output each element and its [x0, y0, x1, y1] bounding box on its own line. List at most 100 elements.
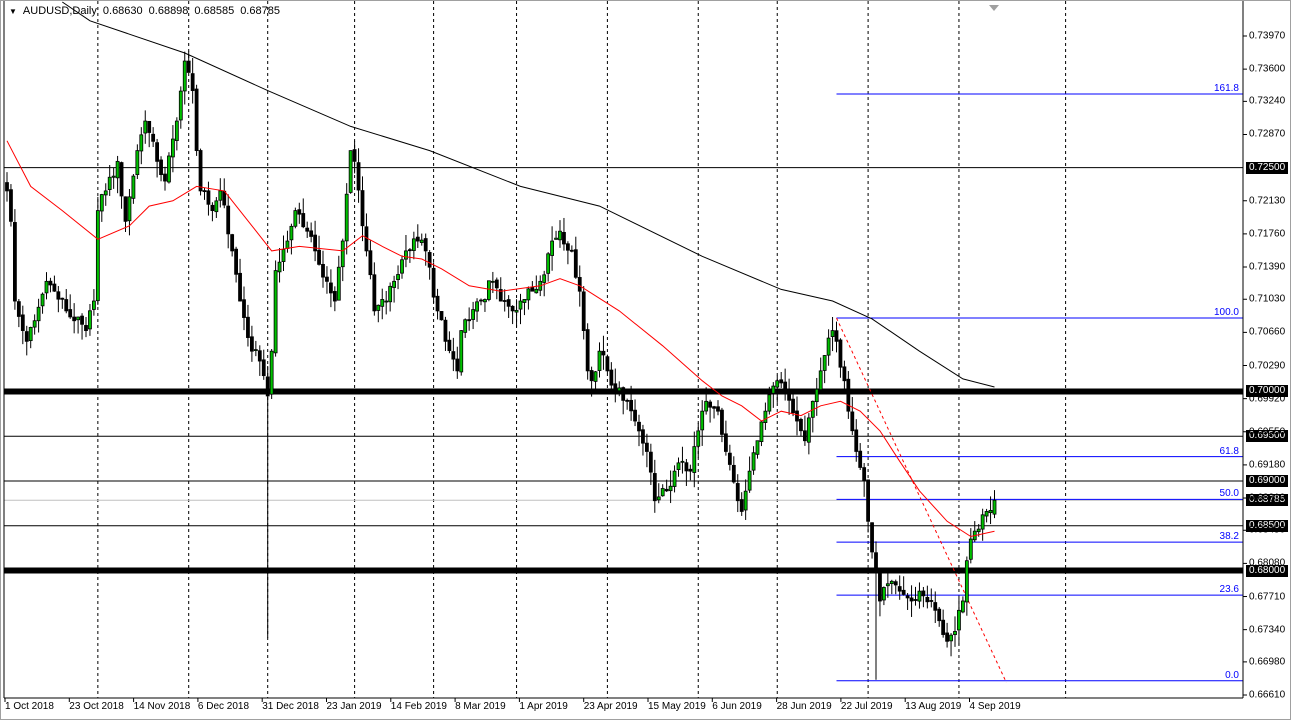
candle-bull [704, 400, 709, 412]
candle-bull [747, 470, 752, 491]
candle-bull [400, 259, 404, 274]
candle-bear [929, 600, 934, 602]
candle-bear [799, 418, 803, 432]
candle-bear [186, 60, 191, 73]
price-chart[interactable] [1, 1, 1291, 721]
candle-bear [866, 479, 870, 522]
candle-bull [218, 190, 223, 201]
fibonacci-level-label: 100.0 [1213, 307, 1239, 319]
candle-bear [20, 314, 25, 331]
price-axis-label: 0.73600 [1249, 63, 1286, 75]
candle-bear [328, 282, 333, 294]
time-axis-label: 23 Jan 2019 [326, 701, 382, 712]
price-axis-label: 0.73970 [1249, 30, 1286, 42]
candle-bear [56, 291, 61, 300]
candle-bull [92, 300, 96, 310]
price-axis-label: 0.68080 [1249, 557, 1286, 569]
candle-bear [325, 276, 329, 282]
candle-bear [60, 297, 65, 300]
candle-bull [167, 155, 171, 183]
candle-bull [135, 150, 140, 176]
candle-bull [486, 280, 491, 300]
candle-bull [660, 488, 665, 497]
price-axis-label: 0.70660 [1249, 326, 1286, 338]
fibonacci-level-label: 161.8 [1213, 82, 1239, 94]
time-axis-label: 14 Nov 2018 [133, 701, 191, 712]
candle-bull [984, 511, 989, 517]
candle-bull [182, 60, 187, 92]
moving-average-fast [6, 140, 995, 538]
time-axis-label: 6 Jun 2019 [712, 701, 762, 712]
candle-bear [684, 462, 689, 472]
candle-bull [139, 134, 144, 152]
candle-bear [850, 411, 855, 432]
candle-bear [249, 336, 254, 352]
candle-bull [964, 560, 969, 603]
candle-bear [652, 473, 657, 502]
time-axis-label: 15 May 2019 [648, 701, 706, 712]
candle-bear [838, 339, 843, 368]
candle-bear [238, 272, 242, 302]
candle-bull [992, 499, 997, 515]
time-axis-label: 1 Oct 2018 [5, 701, 54, 712]
candle-bear [9, 189, 13, 222]
dropdown-triangle-icon[interactable]: ▼ [9, 7, 17, 16]
chart-window: ▼ AUDUSD,Daily 0.68630 0.68898 0.68585 0… [0, 0, 1291, 720]
candle-bull [419, 239, 424, 244]
candle-bull [814, 388, 819, 403]
candle-bear [356, 162, 361, 191]
price-axis-label: 0.67710 [1249, 591, 1286, 603]
candle-bear [443, 319, 448, 342]
candle-bull [174, 120, 179, 141]
candle-bull [178, 90, 183, 121]
candle-bull [889, 580, 894, 585]
candle-bull [28, 327, 33, 342]
time-axis-label: 31 Dec 2018 [262, 701, 319, 712]
candle-bear [155, 142, 160, 162]
time-axis-label: 1 Apr 2019 [519, 701, 568, 712]
candle-bull [336, 266, 341, 301]
price-axis-label: 0.70290 [1249, 360, 1286, 371]
candle-bear [581, 291, 586, 331]
candle-bull [273, 270, 278, 354]
candle-bear [937, 608, 942, 622]
candle-bear [230, 234, 235, 252]
candle-bear [605, 356, 610, 372]
candle-bear [834, 330, 839, 342]
candle-bear [119, 162, 124, 197]
candle-bull [143, 120, 148, 134]
candle-bull [490, 280, 495, 283]
candle-bear [506, 299, 511, 307]
candle-bull [759, 421, 764, 443]
candle-bear [664, 488, 669, 492]
candle-bear [68, 309, 73, 318]
candle-bull [214, 200, 219, 213]
candle-bull [380, 299, 385, 307]
candle-bull [980, 514, 985, 530]
price-axis-label: 0.66980 [1249, 656, 1286, 668]
candle-bull [767, 394, 772, 412]
time-axis-label: 22 Jul 2019 [840, 701, 893, 712]
candle-bull [826, 337, 831, 356]
time-axis-label: 14 Feb 2019 [390, 701, 447, 712]
candle-bull [593, 371, 598, 382]
price-axis-label: 0.71760 [1249, 228, 1286, 240]
fibonacci-level-label: 23.6 [1219, 584, 1239, 596]
candle-bull [471, 309, 476, 320]
candle-bear [415, 236, 420, 242]
candle-bear [779, 379, 784, 384]
candle-bull [285, 240, 290, 249]
candle-bear [265, 376, 270, 397]
candle-bear [641, 429, 645, 444]
fibonacci-level-label: 0.0 [1225, 669, 1239, 681]
time-axis-label: 8 Mar 2019 [455, 701, 506, 712]
candle-bear [206, 190, 211, 205]
candle-bull [554, 237, 558, 240]
candle-bull [534, 288, 539, 294]
candle-bear [222, 190, 227, 206]
candle-bull [822, 355, 827, 371]
candle-bull [99, 194, 104, 212]
candle-bear [479, 299, 483, 302]
candle-bull [411, 238, 416, 251]
candle-bear [242, 299, 246, 318]
